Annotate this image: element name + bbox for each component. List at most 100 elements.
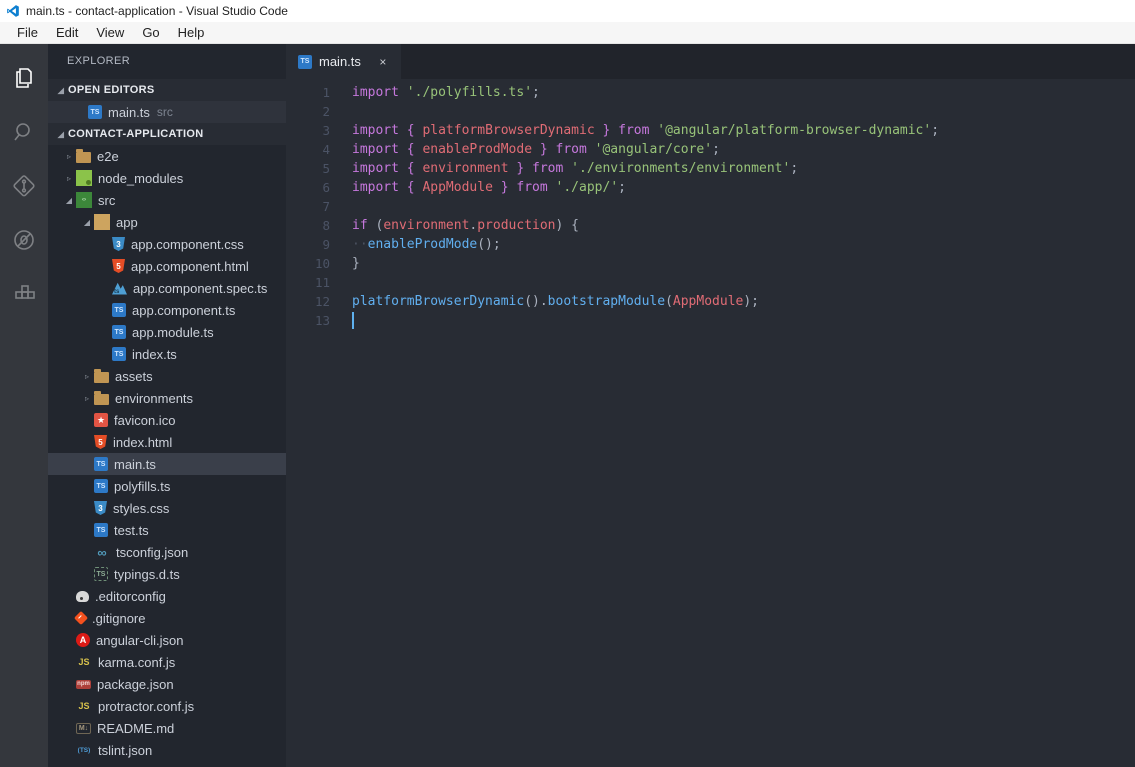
- tree-item-label: README.md: [97, 721, 174, 736]
- line-number: 3: [286, 123, 330, 138]
- folder-src-file-icon: ‹›: [76, 192, 92, 208]
- tree-item-main-ts[interactable]: TSmain.ts: [48, 453, 286, 475]
- explorer-sidebar: EXPLORER ◢ OPEN EDITORS TS main.ts src ◢…: [48, 44, 286, 767]
- menu-item-edit[interactable]: Edit: [47, 22, 87, 43]
- tree-item-tslint-json[interactable]: (TS)tslint.json: [48, 739, 286, 761]
- line-content: platformBrowserDynamic().bootstrapModule…: [330, 294, 759, 309]
- tree-item-label: node_modules: [98, 171, 183, 186]
- text-cursor: [352, 312, 354, 329]
- tree-item-tsconfig-json[interactable]: ∞tsconfig.json: [48, 541, 286, 563]
- line-number: 8: [286, 218, 330, 233]
- css-file-icon: 3: [94, 501, 107, 515]
- tree-item-protractor-conf-js[interactable]: JSprotractor.conf.js: [48, 695, 286, 717]
- chevron-collapsed-icon[interactable]: ▹: [62, 152, 76, 161]
- open-editor-item-main-ts[interactable]: TS main.ts src: [48, 101, 286, 123]
- tree-item-polyfills-ts[interactable]: TSpolyfills.ts: [48, 475, 286, 497]
- tree-item-package-json[interactable]: npmpackage.json: [48, 673, 286, 695]
- activity-bar: [0, 44, 48, 767]
- tree-item-label: favicon.ico: [114, 413, 175, 428]
- menu-item-help[interactable]: Help: [169, 22, 214, 43]
- tab-close-icon[interactable]: ×: [375, 55, 391, 69]
- vs-file-icon: ∞: [94, 544, 110, 560]
- folder-file-icon: [76, 152, 91, 163]
- menu-item-go[interactable]: Go: [133, 22, 168, 43]
- tree-item-app-component-spec-ts[interactable]: tsapp.component.spec.ts: [48, 277, 286, 299]
- extensions-icon[interactable]: [0, 270, 48, 318]
- tree-item-label: styles.css: [113, 501, 169, 516]
- code-line-6[interactable]: 6import { AppModule } from './app/';: [286, 178, 1135, 197]
- tree-item-app-component-ts[interactable]: TSapp.component.ts: [48, 299, 286, 321]
- code-line-9[interactable]: 9··enableProdMode();: [286, 235, 1135, 254]
- npm-file-icon: npm: [76, 680, 91, 689]
- code-line-11[interactable]: 11: [286, 273, 1135, 292]
- tree-item--editorconfig[interactable]: .editorconfig: [48, 585, 286, 607]
- chevron-collapsed-icon[interactable]: ▹: [80, 372, 94, 381]
- code-line-1[interactable]: 1import './polyfills.ts';: [286, 83, 1135, 102]
- tab-bar: TS main.ts ×: [286, 44, 1135, 79]
- code-editor[interactable]: 1import './polyfills.ts';23import { plat…: [286, 79, 1135, 767]
- project-section-header[interactable]: ◢ CONTACT-APPLICATION: [48, 123, 286, 145]
- open-editors-header[interactable]: ◢ OPEN EDITORS: [48, 79, 286, 101]
- chevron-collapsed-icon[interactable]: ▹: [62, 174, 76, 183]
- chevron-expanded-icon[interactable]: ◢: [80, 218, 94, 227]
- tree-item-label: index.html: [113, 435, 172, 450]
- css-file-icon: 3: [112, 237, 125, 251]
- line-content: import { platformBrowserDynamic } from '…: [330, 123, 939, 138]
- tree-item-app-module-ts[interactable]: TSapp.module.ts: [48, 321, 286, 343]
- tree-item-label: .gitignore: [92, 611, 145, 626]
- tree-item-app[interactable]: ◢app: [48, 211, 286, 233]
- menu-item-file[interactable]: File: [8, 22, 47, 43]
- code-line-3[interactable]: 3import { platformBrowserDynamic } from …: [286, 121, 1135, 140]
- menu-item-view[interactable]: View: [87, 22, 133, 43]
- tree-item-environments[interactable]: ▹ environments: [48, 387, 286, 409]
- code-line-8[interactable]: 8if (environment.production) {: [286, 216, 1135, 235]
- line-content: import { AppModule } from './app/';: [330, 180, 626, 195]
- tree-item-styles-css[interactable]: 3 styles.css: [48, 497, 286, 519]
- line-content: import './polyfills.ts';: [330, 85, 540, 100]
- code-line-2[interactable]: 2: [286, 102, 1135, 121]
- debug-icon[interactable]: [0, 216, 48, 264]
- tree-item-test-ts[interactable]: TStest.ts: [48, 519, 286, 541]
- tree-item-label: src: [98, 193, 115, 208]
- tree-item-label: environments: [115, 391, 193, 406]
- tree-item--gitignore[interactable]: .gitignore: [48, 607, 286, 629]
- file-tree: ▹e2e▹node_modules◢‹›src◢app3app.componen…: [48, 145, 286, 761]
- tree-item-karma-conf-js[interactable]: JSkarma.conf.js: [48, 651, 286, 673]
- tree-item-index-html[interactable]: 5index.html: [48, 431, 286, 453]
- line-content: ··enableProdMode();: [330, 237, 501, 252]
- chevron-expanded-icon[interactable]: ◢: [62, 196, 76, 205]
- tree-item-src[interactable]: ◢‹› src: [48, 189, 286, 211]
- source-control-icon[interactable]: [0, 162, 48, 210]
- tree-item-index-ts[interactable]: TSindex.ts: [48, 343, 286, 365]
- tree-item-typings-d-ts[interactable]: TStypings.d.ts: [48, 563, 286, 585]
- code-line-4[interactable]: 4import { enableProdMode } from '@angula…: [286, 140, 1135, 159]
- line-number: 4: [286, 142, 330, 157]
- tree-item-angular-cli-json[interactable]: Aangular-cli.json: [48, 629, 286, 651]
- line-content: import { enableProdMode } from '@angular…: [330, 142, 720, 157]
- tree-item-assets[interactable]: ▹assets: [48, 365, 286, 387]
- tree-item-readme-md[interactable]: M↓ README.md: [48, 717, 286, 739]
- search-icon[interactable]: [0, 108, 48, 156]
- code-line-7[interactable]: 7: [286, 197, 1135, 216]
- ts-file-icon: TS: [112, 325, 126, 339]
- chevron-collapsed-icon[interactable]: ▹: [80, 394, 94, 403]
- code-line-10[interactable]: 10}: [286, 254, 1135, 273]
- tree-item-app-component-html[interactable]: 5app.component.html: [48, 255, 286, 277]
- tree-item-label: app.component.ts: [132, 303, 235, 318]
- tree-item-label: test.ts: [114, 523, 149, 538]
- explorer-icon[interactable]: [0, 54, 48, 102]
- code-line-12[interactable]: 12platformBrowserDynamic().bootstrapModu…: [286, 292, 1135, 311]
- sidebar-title: EXPLORER: [48, 44, 286, 79]
- code-line-5[interactable]: 5import { environment } from './environm…: [286, 159, 1135, 178]
- tree-item-favicon-ico[interactable]: ★favicon.ico: [48, 409, 286, 431]
- tslint-file-icon: (TS): [76, 742, 92, 758]
- tree-item-node-modules[interactable]: ▹ node_modules: [48, 167, 286, 189]
- line-number: 10: [286, 256, 330, 271]
- tab-main-ts[interactable]: TS main.ts ×: [286, 44, 401, 79]
- tree-item-app-component-css[interactable]: 3app.component.css: [48, 233, 286, 255]
- tree-item-e2e[interactable]: ▹ e2e: [48, 145, 286, 167]
- tree-item-label: e2e: [97, 149, 119, 164]
- line-content: import { environment } from './environme…: [330, 161, 798, 176]
- md-file-icon: M↓: [76, 723, 91, 734]
- code-line-13[interactable]: 13: [286, 311, 1135, 330]
